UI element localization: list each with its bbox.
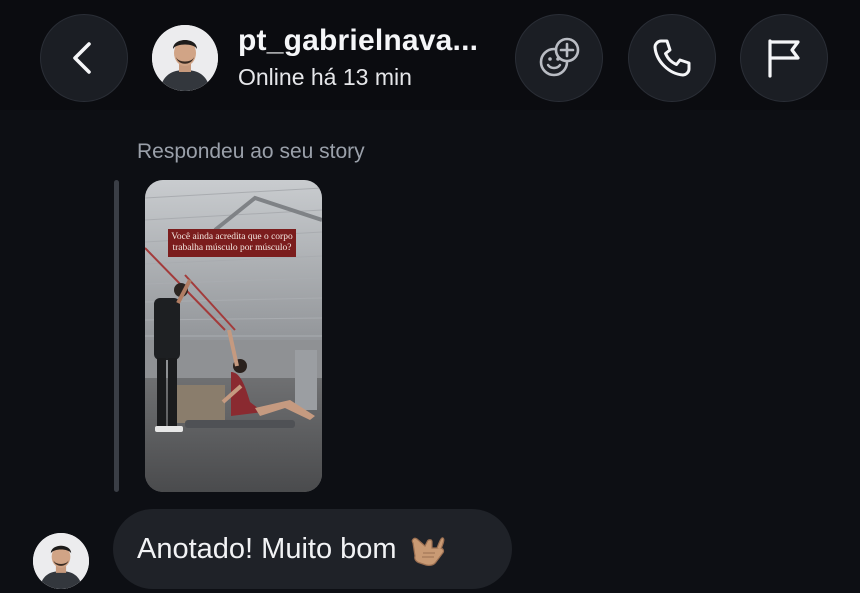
story-preview[interactable]: Você ainda acredita que o corpo trabalha… — [145, 180, 322, 492]
online-status: Online há 13 min — [238, 64, 412, 90]
flag-icon — [768, 39, 800, 78]
effects-button[interactable] — [515, 14, 603, 102]
sticker-effects-icon — [539, 37, 580, 77]
message-text: Anotado! Muito bom — [137, 532, 397, 565]
call-me-hand-emoji — [407, 529, 447, 569]
reply-indicator-bar — [114, 180, 119, 492]
call-button[interactable] — [628, 14, 716, 102]
person-photo — [33, 533, 89, 589]
report-button[interactable] — [740, 14, 828, 102]
message-bubble[interactable]: Anotado! Muito bom — [113, 509, 512, 589]
back-button[interactable] — [40, 14, 128, 102]
sender-avatar[interactable] — [33, 533, 89, 589]
phone-icon — [653, 39, 691, 77]
story-reply-label: Respondeu ao seu story — [137, 140, 365, 163]
chat-header: pt_gabrielnava... Online há 13 min — [0, 0, 860, 110]
gym-scene-image — [145, 180, 322, 492]
story-caption: Você ainda acredita que o corpo trabalha… — [168, 229, 296, 257]
person-photo — [152, 25, 218, 91]
chat-username[interactable]: pt_gabrielnava... — [238, 24, 478, 58]
profile-avatar[interactable] — [152, 25, 218, 91]
chevron-left-icon — [73, 42, 91, 74]
